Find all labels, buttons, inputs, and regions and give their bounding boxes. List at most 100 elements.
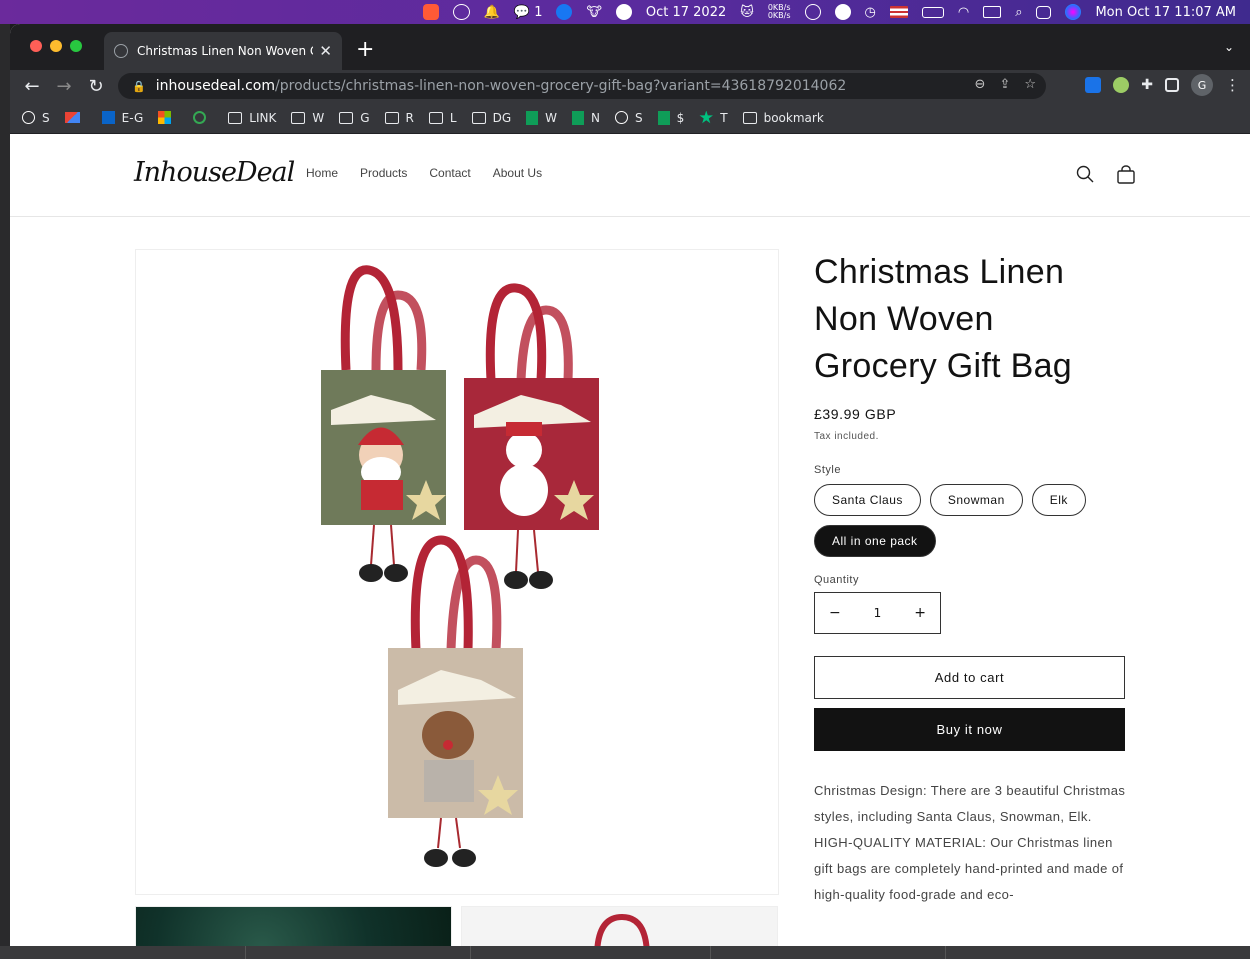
bookmark-label: R — [405, 110, 414, 125]
wifi-icon[interactable]: ◠ — [958, 5, 969, 20]
thumbnail-2-image — [594, 913, 650, 946]
site-logo[interactable]: InhouseDeal — [134, 157, 295, 188]
bookmark-label: L — [449, 110, 457, 125]
nav-contact[interactable]: Contact — [429, 166, 470, 180]
lock-icon[interactable]: 🔒 — [132, 80, 146, 93]
bookmark-item[interactable]: R — [384, 110, 414, 125]
app-icon-orange[interactable] — [422, 4, 439, 20]
bookmarks-bar: S E-G LINK W G R L DG W N S $ Tbookmark — [10, 102, 1250, 134]
script-icon[interactable] — [804, 4, 821, 20]
style-label: Style — [814, 464, 841, 476]
grammarly-extension-icon[interactable] — [1113, 77, 1130, 93]
nav-products[interactable]: Products — [360, 166, 407, 180]
address-bar[interactable]: 🔒 inhousedeal.com/products/christmas-lin… — [118, 73, 1046, 99]
bookmark-item[interactable]: N — [572, 110, 600, 125]
zoom-icon[interactable]: ⊖ — [975, 77, 986, 92]
nav-about-us[interactable]: About Us — [493, 166, 542, 180]
bookmark-label: E-G — [121, 110, 144, 125]
messenger-icon[interactable] — [556, 4, 573, 20]
menubar-clock[interactable]: Mon Oct 17 11:07 AM — [1095, 5, 1236, 20]
forward-icon[interactable]: → — [48, 76, 80, 97]
search-icon[interactable] — [1076, 165, 1094, 183]
bookmark-item[interactable]: S — [614, 111, 643, 125]
cat-icon[interactable]: 🐱 — [740, 5, 754, 20]
thumbnail-1[interactable] — [135, 906, 452, 946]
nav-home[interactable]: Home — [306, 166, 338, 180]
product-info: Christmas Linen Non Woven Grocery Gift B… — [814, 249, 1126, 908]
puzzle-extensions-icon[interactable]: ✚ — [1141, 77, 1153, 93]
bookmark-item[interactable]: E-G — [101, 110, 144, 125]
divider — [245, 946, 246, 959]
steam-icon[interactable] — [615, 4, 632, 20]
profile-avatar[interactable]: G — [1191, 74, 1213, 96]
flag-us-icon[interactable] — [889, 6, 908, 18]
siri-icon[interactable] — [1065, 4, 1082, 20]
back-icon[interactable]: ← — [16, 76, 48, 97]
tab-bar: Christmas Linen Non Woven Gr ✕ + ⌄ — [10, 24, 1250, 70]
network-speed: 0KB/s 0KB/s — [768, 4, 791, 20]
quantity-input[interactable]: 1 — [874, 606, 882, 620]
style-option-santa-claus[interactable]: Santa Claus — [814, 484, 921, 516]
bookmark-item[interactable]: T — [699, 110, 728, 125]
extensions-area: ✚ G ⋮ — [1085, 74, 1240, 96]
sheets-plus-icon — [657, 110, 670, 125]
elk-bag — [388, 535, 523, 867]
new-tab-button[interactable]: + — [356, 37, 374, 62]
side-panel-icon[interactable] — [1165, 78, 1179, 92]
increase-quantity-button[interactable]: + — [914, 605, 926, 621]
thumbnail-2[interactable] — [461, 906, 778, 946]
add-to-cart-button[interactable]: Add to cart — [814, 656, 1125, 699]
bookmark-label: N — [591, 110, 600, 125]
zoom-window-button[interactable] — [70, 40, 82, 52]
bookmark-item[interactable]: G — [339, 110, 370, 125]
cow-icon[interactable]: 🐮 — [586, 5, 601, 20]
bookmark-label: bookmark — [763, 110, 824, 125]
reload-icon[interactable]: ↻ — [80, 76, 112, 97]
product-main-image[interactable] — [135, 249, 779, 895]
bookmark-item[interactable]: W — [526, 110, 557, 125]
wechat-icon[interactable]: 💬 1 — [514, 5, 543, 20]
bookmark-item[interactable]: bookmark — [742, 110, 824, 125]
bookmark-item[interactable]: S — [22, 111, 50, 125]
product-description: Christmas Design: There are 3 beautiful … — [814, 778, 1126, 908]
style-option-elk[interactable]: Elk — [1031, 484, 1086, 516]
bookmark-item[interactable] — [193, 111, 213, 124]
battery-icon[interactable] — [921, 6, 944, 18]
cart-icon[interactable] — [1116, 165, 1136, 185]
menubar-date-item[interactable]: Oct 17 2022 — [646, 5, 726, 20]
bookmark-item[interactable]: W — [291, 111, 324, 125]
control-center-icon[interactable] — [1036, 5, 1052, 19]
minimize-window-button[interactable] — [50, 40, 62, 52]
tab-search-chevron-icon[interactable]: ⌄ — [1224, 40, 1234, 54]
globe-icon — [114, 44, 128, 58]
active-tab[interactable]: Christmas Linen Non Woven Gr ✕ — [104, 32, 342, 70]
bookmark-label: T — [720, 110, 728, 125]
bookmark-item[interactable] — [64, 112, 87, 123]
close-tab-icon[interactable]: ✕ — [319, 42, 332, 60]
line-icon[interactable] — [452, 4, 470, 20]
decrease-quantity-button[interactable]: − — [829, 605, 841, 621]
style-option-all-in-one-pack[interactable]: All in one pack — [814, 525, 936, 557]
style-option-snowman[interactable]: Snowman — [929, 484, 1023, 516]
menu-kebab-icon[interactable]: ⋮ — [1225, 76, 1240, 94]
bookmark-label: G — [360, 110, 370, 125]
check-icon[interactable] — [834, 4, 851, 20]
folder-icon — [384, 111, 399, 124]
buy-it-now-button[interactable]: Buy it now — [814, 708, 1125, 751]
bookmark-item[interactable] — [158, 111, 178, 124]
bookmark-item[interactable]: L — [428, 110, 457, 125]
close-window-button[interactable] — [30, 40, 42, 52]
bell-icon[interactable]: 🔔 — [484, 5, 500, 20]
time-machine-icon[interactable]: ◷ — [865, 5, 876, 20]
style-options: Santa Claus Snowman Elk All in one pack — [814, 484, 1134, 557]
spotlight-search-icon[interactable]: ⌕ — [1015, 5, 1022, 20]
download-extension-icon[interactable] — [1085, 77, 1102, 93]
bookmark-item[interactable]: LINK — [228, 111, 276, 125]
bookmark-item[interactable]: $ — [657, 110, 684, 125]
keyboard-icon[interactable] — [983, 6, 1002, 18]
globe-icon — [22, 111, 35, 124]
share-icon[interactable]: ⇪ — [999, 77, 1010, 92]
bookmark-star-icon[interactable]: ☆ — [1024, 77, 1036, 92]
bookmark-item[interactable]: DG — [471, 111, 511, 125]
folder-icon — [742, 111, 757, 124]
